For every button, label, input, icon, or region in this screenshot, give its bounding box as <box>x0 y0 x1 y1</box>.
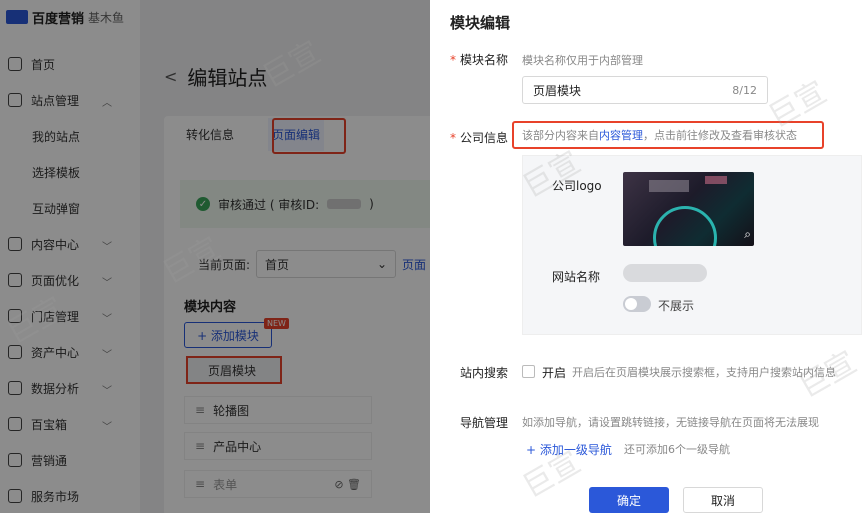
zoom-icon[interactable]: ⌕ <box>744 227 751 242</box>
nav-management-hint: 如添加导航，请设置跳转链接，无链接导航在页面将无法展现 <box>522 416 819 429</box>
company-info-label: * 公司信息 <box>450 130 509 146</box>
site-search-label: 站内搜索 <box>460 366 509 380</box>
drawer-title: 模块编辑 <box>450 14 511 32</box>
site-name-label: 网站名称 <box>552 270 601 284</box>
site-search-check-label[interactable]: 开启 <box>542 364 566 381</box>
char-count: 8/12 <box>732 83 757 97</box>
site-search-hint: 开启后在页眉模块展示搜索框，支持用户搜索站内信息 <box>572 366 836 379</box>
nav-management-label: 导航管理 <box>460 416 509 430</box>
module-name-input[interactable]: 页眉模块 8/12 <box>522 76 768 104</box>
required-mark: * <box>450 52 456 67</box>
module-name-label: * 模块名称 <box>450 52 509 68</box>
add-primary-nav-button[interactable]: + 添加一级导航 <box>526 441 612 458</box>
content-management-link[interactable]: 内容管理 <box>599 127 643 143</box>
company-info-hint: 该部分内容来自 内容管理 ，点击前往修改及查看审核状态 <box>512 121 824 149</box>
module-edit-drawer: 模块编辑 * 模块名称 模块名称仅用于内部管理 页眉模块 8/12 * 公司信息… <box>430 0 862 513</box>
company-logo-image[interactable]: ⌕ <box>623 172 754 246</box>
blurred-site-name <box>623 264 707 282</box>
company-logo-label: 公司logo <box>552 179 602 193</box>
confirm-button[interactable]: 确定 <box>589 487 669 513</box>
toggle-label: 不展示 <box>658 299 695 313</box>
cancel-button[interactable]: 取消 <box>683 487 763 513</box>
add-nav-remaining-hint: 还可添加6个一级导航 <box>624 443 730 456</box>
show-site-name-toggle[interactable] <box>623 296 651 312</box>
required-mark: * <box>450 130 456 145</box>
module-name-hint: 模块名称仅用于内部管理 <box>522 54 643 67</box>
site-search-checkbox[interactable] <box>522 365 535 378</box>
